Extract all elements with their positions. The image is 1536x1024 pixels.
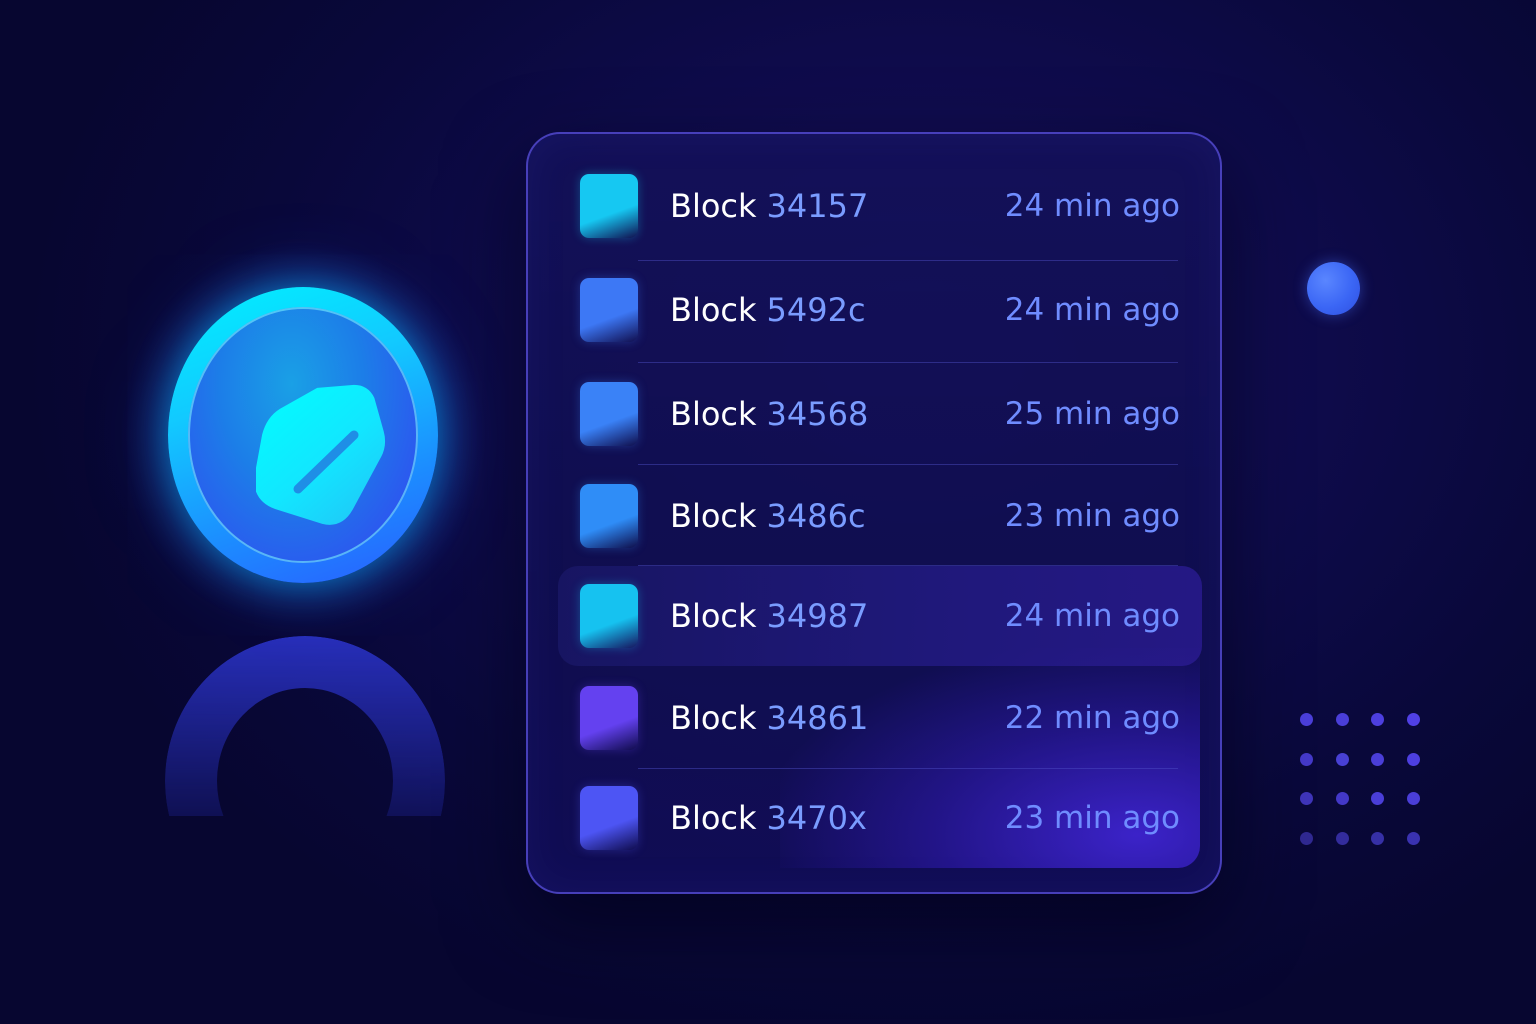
grid-dot <box>1371 713 1384 726</box>
dot-grid-icon <box>1300 713 1422 845</box>
block-timestamp: 23 min ago <box>1004 800 1180 836</box>
block-timestamp: 24 min ago <box>1004 188 1180 224</box>
grid-dot <box>1371 752 1384 766</box>
block-timestamp: 22 min ago <box>1004 700 1180 736</box>
coin-face <box>188 307 418 563</box>
grid-dot <box>1406 831 1420 845</box>
block-row[interactable]: Block 3470x 23 min ago <box>558 768 1202 868</box>
block-timestamp: 24 min ago <box>1004 292 1180 328</box>
block-label: Block 34157 <box>670 187 868 225</box>
block-row[interactable]: Block 5492c 24 min ago <box>558 260 1202 360</box>
block-icon <box>580 584 638 648</box>
row-divider <box>638 464 1178 465</box>
block-timestamp: 23 min ago <box>1004 498 1180 534</box>
block-word: Block <box>670 497 757 535</box>
grid-dot <box>1406 752 1420 766</box>
block-id: 34568 <box>766 395 869 433</box>
block-icon <box>580 174 638 238</box>
block-word: Block <box>670 799 757 837</box>
block-list-panel: Block 34157 24 min ago Block 5492c 24 min ago… <box>526 132 1222 894</box>
grid-dot <box>1406 713 1420 726</box>
block-id: 3470x <box>766 799 867 837</box>
block-icon <box>580 278 638 342</box>
block-id: 3486c <box>766 497 866 535</box>
grid-dot <box>1335 713 1349 726</box>
grid-dot <box>1371 831 1384 845</box>
block-row[interactable]: Block 34987 24 min ago <box>558 566 1202 666</box>
block-id: 34987 <box>766 597 869 635</box>
block-label: Block 3470x <box>670 799 867 837</box>
block-timestamp: 25 min ago <box>1004 396 1180 432</box>
row-divider <box>638 260 1178 261</box>
grid-dot <box>1300 792 1313 805</box>
block-id: 34861 <box>766 699 869 737</box>
block-row[interactable]: Block 3486c 23 min ago <box>558 466 1202 566</box>
shield-coin <box>118 237 488 633</box>
block-word: Block <box>670 597 757 635</box>
row-divider <box>638 768 1178 769</box>
coin-reflection <box>165 636 445 816</box>
block-word: Block <box>670 291 757 329</box>
grid-dot <box>1335 752 1349 766</box>
shield-badge-icon <box>256 384 386 525</box>
grid-dot <box>1371 792 1384 805</box>
grid-dot <box>1300 831 1313 845</box>
block-label: Block 3486c <box>670 497 866 535</box>
block-icon <box>580 382 638 446</box>
block-label: Block 34568 <box>670 395 868 433</box>
block-row[interactable]: Block 34861 22 min ago <box>558 668 1202 768</box>
block-icon <box>580 786 638 850</box>
row-divider <box>638 565 1178 566</box>
block-word: Block <box>670 699 757 737</box>
block-row[interactable]: Block 34568 25 min ago <box>558 364 1202 464</box>
orb-icon <box>1307 262 1360 315</box>
block-word: Block <box>670 395 757 433</box>
row-divider <box>638 362 1178 363</box>
grid-dot <box>1300 752 1313 766</box>
grid-dot <box>1406 792 1420 805</box>
block-word: Block <box>670 187 757 225</box>
grid-dot <box>1335 831 1349 845</box>
block-timestamp: 24 min ago <box>1004 598 1180 634</box>
block-id: 34157 <box>766 187 869 225</box>
block-label: Block 34861 <box>670 699 868 737</box>
block-icon <box>580 686 638 750</box>
block-id: 5492c <box>766 291 866 329</box>
block-label: Block 5492c <box>670 291 866 329</box>
block-row[interactable]: Block 34157 24 min ago <box>558 156 1202 256</box>
grid-dot <box>1300 713 1313 726</box>
block-label: Block 34987 <box>670 597 868 635</box>
block-icon <box>580 484 638 548</box>
grid-dot <box>1335 792 1349 805</box>
